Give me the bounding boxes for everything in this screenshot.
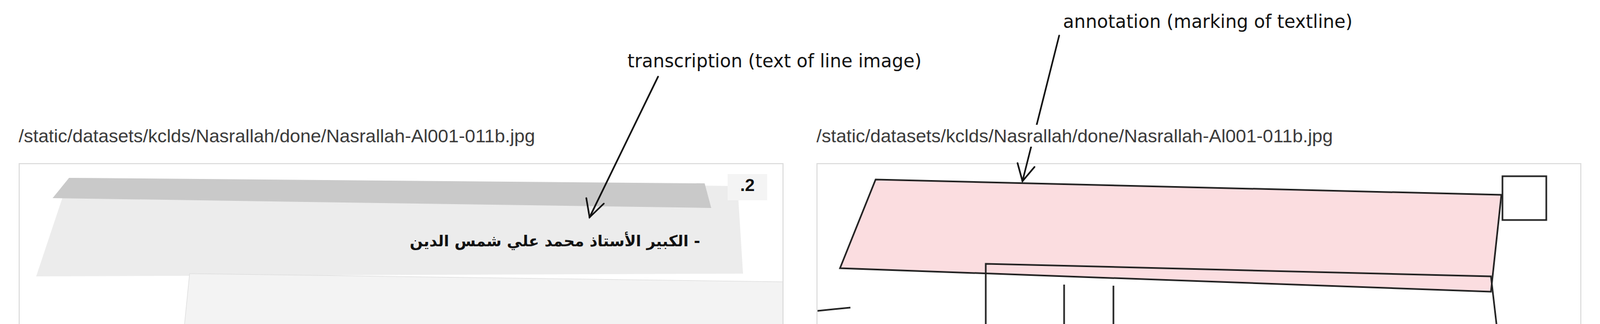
image-path: /static/datasets/kclds/Nasrallah/done/Na…: [18, 124, 535, 147]
line-number-badge: .2: [727, 174, 768, 201]
callout-label: annotation (marking of textline): [1063, 10, 1353, 33]
image-path: /static/datasets/kclds/Nasrallah/done/Na…: [816, 124, 1333, 147]
image-panel: /static/datasets/kclds/Nasrallah/done/Na…: [816, 124, 1582, 324]
callout-label: transcription (text of line image): [627, 50, 922, 72]
panels: /static/datasets/kclds/Nasrallah/done/Na…: [0, 0, 1600, 324]
annotated-image: [817, 164, 1582, 324]
image-box: .2- الكبير الأستاذ محمد علي شمس الدين: [18, 163, 784, 324]
image-box: [816, 163, 1582, 324]
image-panel: /static/datasets/kclds/Nasrallah/done/Na…: [18, 124, 784, 324]
page: transcription (text of line image) annota…: [0, 0, 1600, 324]
transcription-text: - الكبير الأستاذ محمد علي شمس الدين: [19, 164, 783, 251]
arrow-icon: [1022, 35, 1060, 182]
